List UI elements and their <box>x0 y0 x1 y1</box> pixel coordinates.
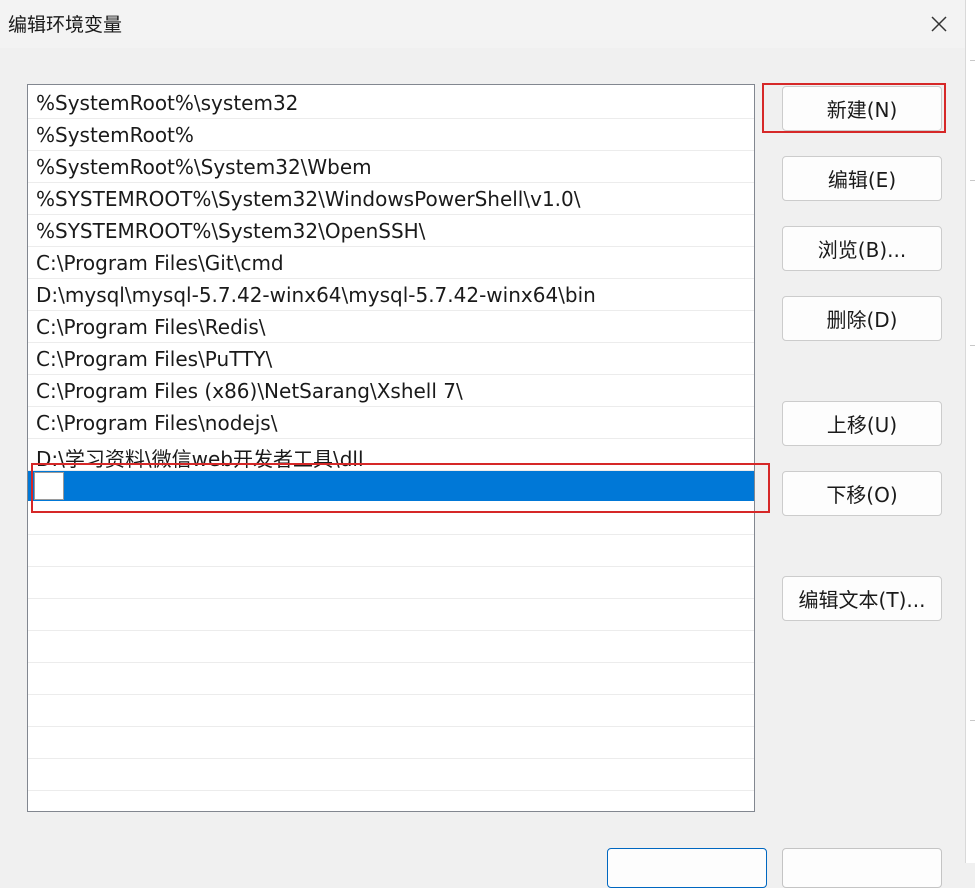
window-title: 编辑环境变量 <box>8 14 123 36</box>
path-text: D:\学习资料\微信web开发者工具\dll <box>36 447 364 471</box>
cancel-button[interactable] <box>782 848 942 888</box>
close-button[interactable] <box>916 4 962 44</box>
path-text: %SYSTEMROOT%\System32\OpenSSH\ <box>36 219 426 243</box>
empty-row <box>28 759 754 791</box>
list-item[interactable]: C:\Program Files\nodejs\ <box>28 407 754 439</box>
list-item[interactable]: D:\mysql\mysql-5.7.42-winx64\mysql-5.7.4… <box>28 279 754 311</box>
list-item[interactable]: C:\Program Files\PuTTY\ <box>28 343 754 375</box>
list-item[interactable]: C:\Program Files\Git\cmd <box>28 247 754 279</box>
new-path-input[interactable] <box>34 472 64 500</box>
path-text: %SYSTEMROOT%\System32\WindowsPowerShell\… <box>36 187 581 211</box>
edit-environment-variable-dialog: 编辑环境变量 %SystemRoot%\system32 %SystemRoot… <box>0 0 965 888</box>
path-text: C:\Program Files\Redis\ <box>36 315 266 339</box>
edit-text-button[interactable]: 编辑文本(T)... <box>782 576 942 621</box>
list-item[interactable]: %SystemRoot%\System32\Wbem <box>28 151 754 183</box>
list-item[interactable]: %SystemRoot% <box>28 119 754 151</box>
background-window-edge <box>965 0 975 863</box>
delete-button[interactable]: 删除(D) <box>782 296 942 341</box>
new-entry-row[interactable] <box>28 471 754 501</box>
empty-row <box>28 599 754 631</box>
list-item[interactable]: D:\学习资料\微信web开发者工具\dll <box>28 439 754 471</box>
ok-button[interactable] <box>607 848 767 888</box>
list-item[interactable]: C:\Program Files (x86)\NetSarang\Xshell … <box>28 375 754 407</box>
list-item[interactable]: %SYSTEMROOT%\System32\OpenSSH\ <box>28 215 754 247</box>
path-text: D:\mysql\mysql-5.7.42-winx64\mysql-5.7.4… <box>36 283 596 307</box>
empty-row <box>28 567 754 599</box>
move-down-button[interactable]: 下移(O) <box>782 471 942 516</box>
edit-button[interactable]: 编辑(E) <box>782 156 942 201</box>
empty-row <box>28 631 754 663</box>
list-item[interactable]: %SystemRoot%\system32 <box>28 87 754 119</box>
path-text: C:\Program Files (x86)\NetSarang\Xshell … <box>36 379 463 403</box>
path-list[interactable]: %SystemRoot%\system32 %SystemRoot% %Syst… <box>27 84 755 812</box>
close-icon <box>931 16 947 32</box>
path-text: C:\Program Files\nodejs\ <box>36 411 278 435</box>
empty-row <box>28 663 754 695</box>
list-item[interactable]: C:\Program Files\Redis\ <box>28 311 754 343</box>
path-text: C:\Program Files\Git\cmd <box>36 251 284 275</box>
path-text: %SystemRoot%\System32\Wbem <box>36 155 372 179</box>
empty-row <box>28 535 754 567</box>
title-bar: 编辑环境变量 <box>0 0 965 48</box>
path-text: %SystemRoot% <box>36 123 194 147</box>
path-text: %SystemRoot%\system32 <box>36 91 299 115</box>
list-item[interactable]: %SYSTEMROOT%\System32\WindowsPowerShell\… <box>28 183 754 215</box>
empty-row <box>28 695 754 727</box>
browse-button[interactable]: 浏览(B)... <box>782 226 942 271</box>
move-up-button[interactable]: 上移(U) <box>782 401 942 446</box>
empty-row <box>28 503 754 535</box>
empty-row <box>28 727 754 759</box>
new-button[interactable]: 新建(N) <box>782 86 942 131</box>
path-text: C:\Program Files\PuTTY\ <box>36 347 273 371</box>
